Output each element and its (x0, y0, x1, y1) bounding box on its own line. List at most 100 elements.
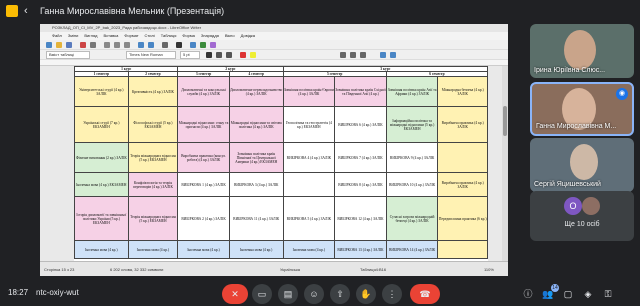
shared-screen: РОЗКЛАД_ОП_CI_MV_2P_bak_2023_Рада рабоча… (40, 24, 508, 276)
table-cell: Дипломатичні та консульські служби (4 кр… (177, 76, 230, 108)
table-cell: ВИБІРКОВА 10 (4 кр.) ЗАЛІК (385, 172, 439, 198)
host-controls-icon[interactable]: ⚿ (600, 286, 616, 302)
menu-window[interactable]: Вікно (225, 32, 235, 40)
camera-button[interactable]: ▭ (252, 284, 272, 304)
menu-insert[interactable]: Вставка (103, 32, 118, 40)
participant-tile[interactable]: Сергій Яцишевський (530, 138, 634, 192)
insert-chart-icon[interactable] (210, 42, 216, 48)
undo-icon[interactable] (138, 42, 144, 48)
scrollbar-thumb[interactable] (503, 106, 507, 136)
save-icon[interactable] (66, 42, 72, 48)
present-button[interactable]: ⇧ (330, 284, 350, 304)
new-document-icon[interactable] (46, 42, 52, 48)
table-cell: Іноземна мова (4 кр.) (177, 240, 230, 260)
back-arrow-icon[interactable]: ‹ (24, 4, 28, 18)
table-cell: ВИБІРКОВА 6 (4 кр.) ЗАЛІК (334, 106, 387, 144)
open-folder-icon[interactable] (56, 42, 62, 48)
print-icon[interactable] (90, 42, 96, 48)
table-cell: Іноземна мова (4 кр.) (127, 240, 179, 260)
find-replace-icon[interactable] (162, 42, 168, 48)
schedule-table[interactable]: 1 курс 2 курс 3 курс 1 семестр 2 семестр… (73, 65, 489, 260)
table-cell: ВИБІРКОВА 1 (4 кр.) ЗАЛІК (177, 172, 230, 198)
table-cell: Виробнича практика (консул. робота) (4 к… (177, 142, 230, 174)
mic-off-button[interactable]: ✕ (222, 284, 248, 304)
table-cell: Іноземна мова (4 кр.) (282, 240, 336, 260)
participant-name: Ірина Юріївна Слюс... (534, 67, 606, 74)
table-cell: Міжнародна безпека (4 кр.) ЗАЛІК (437, 76, 488, 108)
activities-icon[interactable]: ◈ (580, 286, 596, 302)
menu-table[interactable]: Таблиця (161, 32, 177, 40)
participant-avatar: О (564, 197, 582, 215)
participant-video (564, 30, 596, 70)
align-left-icon[interactable] (340, 52, 346, 58)
menu-format[interactable]: Формат (124, 32, 138, 40)
table-cell: Виробнича практика (4 кр.) ЗАЛІК (437, 106, 488, 144)
captions-button[interactable]: ▤ (278, 284, 298, 304)
cut-icon[interactable] (104, 42, 110, 48)
participant-tile-active[interactable]: ◉ Ганна Мирославівна М... (530, 82, 634, 136)
menu-help[interactable]: Довідка (241, 32, 255, 40)
meet-control-bar: 18:27 ntc-oxiy-wut ✕ ▭ ▤ ☺ ⇧ ✋ ⋮ ☎ ⓘ 👥 1… (0, 282, 640, 306)
more-participants-tile[interactable]: О Ще 10 осіб (530, 191, 634, 241)
vertical-scrollbar[interactable] (502, 66, 508, 261)
table-cell: Креативність (4 кр.) ЗАЛІК (127, 76, 179, 108)
formatting-marks-icon[interactable] (176, 42, 182, 48)
chat-icon[interactable]: ▢ (560, 286, 576, 302)
raise-hand-button[interactable]: ✋ (356, 284, 376, 304)
table-cell (282, 172, 336, 198)
insert-table-icon[interactable] (190, 42, 196, 48)
align-center-icon[interactable] (350, 52, 356, 58)
italic-icon[interactable] (216, 52, 222, 58)
bold-icon[interactable] (206, 52, 212, 58)
bullets-icon[interactable] (380, 52, 386, 58)
numbering-icon[interactable] (390, 52, 396, 58)
copy-icon[interactable] (114, 42, 120, 48)
participant-name: Сергій Яцишевський (534, 181, 601, 188)
paste-icon[interactable] (124, 42, 130, 48)
table-cell: Іноземна мова (4 кр.) (228, 240, 284, 260)
meet-top-bar: ‹ Ганна Мирославівна Мельник (Презентаці… (0, 0, 640, 22)
highlight-icon[interactable] (250, 52, 256, 58)
table-cell: Дипломатичне перекладознавство (4 кр.) З… (228, 76, 284, 108)
emoji-button[interactable]: ☺ (304, 284, 324, 304)
underline-icon[interactable] (226, 52, 232, 58)
status-page[interactable]: Сторінка 15 з 23 (44, 267, 74, 272)
table-cell: Геополітика та геостратегія (4 кр.) ЕКЗА… (282, 106, 336, 144)
participant-avatar-photo (582, 197, 600, 215)
presentation-title: Ганна Мирославівна Мельник (Презентація) (40, 6, 225, 16)
table-cell: Інформаційна політика та міжнародні відн… (385, 106, 439, 144)
menu-tools[interactable]: Знаряддя (201, 32, 219, 40)
table-cell: Сучасні загрози міжнародній безпеці (4 к… (385, 196, 439, 242)
font-size-box[interactable]: 5 pt (180, 51, 200, 59)
participants-count-badge: 14 (551, 284, 559, 292)
redo-icon[interactable] (148, 42, 154, 48)
align-right-icon[interactable] (360, 52, 366, 58)
table-cell: ВИБІРКОВА 4 (4 кр.) ЗАЛІК (282, 142, 336, 174)
menu-styles[interactable]: Стилі (145, 32, 155, 40)
status-language[interactable]: Українська (280, 267, 300, 272)
menu-edit[interactable]: Зміни (68, 32, 79, 40)
table-cell: ВИБІРКОВА 5 (4 кр.) ЗАЛІК (282, 196, 336, 242)
speaking-indicator-icon: ◉ (616, 88, 628, 100)
export-pdf-icon[interactable] (80, 42, 86, 48)
leave-call-button[interactable]: ☎ (410, 284, 440, 304)
menu-view[interactable]: Вигляд (84, 32, 97, 40)
menu-file[interactable]: Файл (52, 32, 62, 40)
table-cell: Зовнішня політика країн Північної та Цен… (228, 142, 284, 174)
table-cell: Зовнішня політика країн Європи (4 кр.) З… (282, 76, 336, 108)
font-name-box[interactable]: Times New Roman (126, 51, 176, 59)
status-zoom[interactable]: 110% (484, 267, 494, 272)
people-icon[interactable]: 👥 14 (540, 284, 559, 302)
table-cell: Іноземна мова (4 кр.) (74, 240, 129, 260)
table-cell: Іноземна мова (4 кр.) ЕКЗАМЕН (74, 172, 129, 198)
paragraph-style-box[interactable]: Вміст таблиці (46, 51, 90, 59)
menu-form[interactable]: Форма (182, 32, 194, 40)
document-area: 1 курс 2 курс 3 курс 1 семестр 2 семестр… (40, 65, 508, 261)
participant-tile[interactable]: Ірина Юріївна Слюс... (530, 24, 634, 78)
more-options-button[interactable]: ⋮ (382, 284, 402, 304)
font-color-icon[interactable] (240, 52, 246, 58)
formatting-toolbar: Вміст таблиці Times New Roman 5 pt (40, 50, 508, 60)
table-cell: Зовнішня політика країн Азії та Африки (… (385, 76, 439, 108)
info-icon[interactable]: ⓘ (520, 286, 536, 302)
insert-image-icon[interactable] (200, 42, 206, 48)
